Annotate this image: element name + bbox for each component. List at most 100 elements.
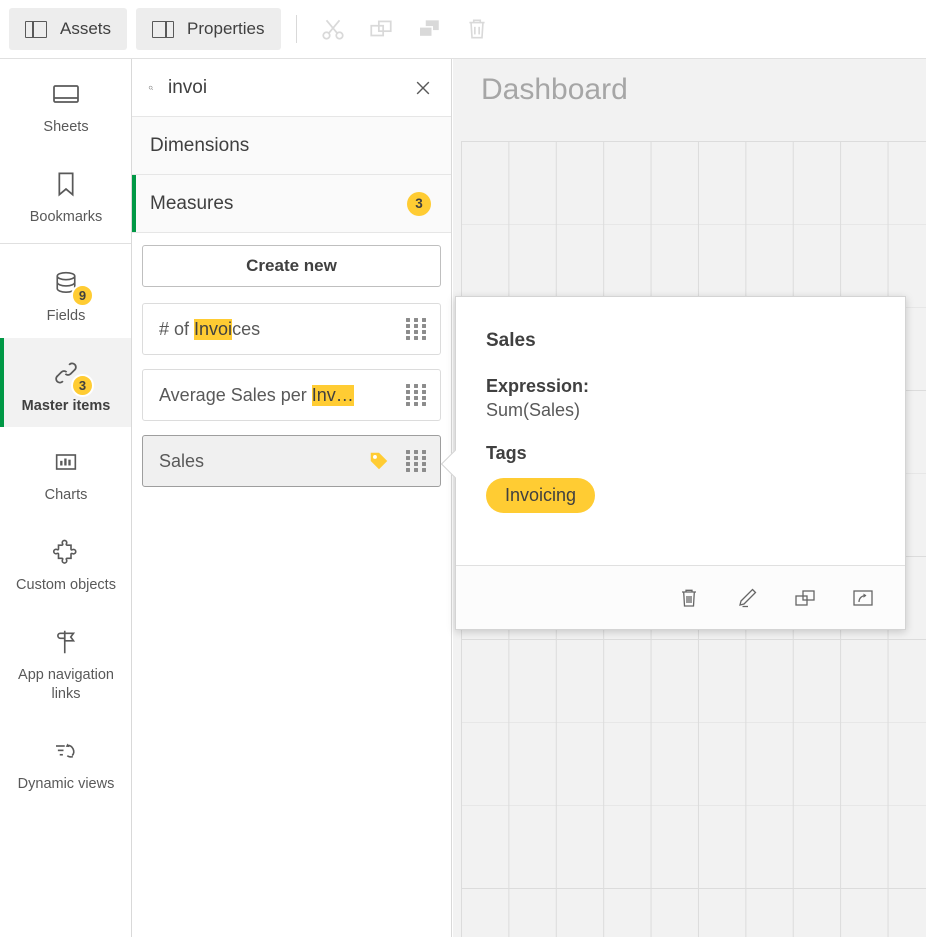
fields-count-badge: 9 — [71, 284, 94, 307]
toolbar-divider — [296, 15, 297, 43]
popover-body: Sales Expression: Sum(Sales) Tags Invoic… — [456, 297, 905, 513]
close-icon — [413, 78, 433, 98]
popover-add-to-sheet-button[interactable] — [845, 580, 881, 616]
measure-detail-popover: Sales Expression: Sum(Sales) Tags Invoic… — [455, 296, 906, 630]
measures-count-badge: 3 — [407, 192, 431, 216]
sidebar-label-dynamic-views: Dynamic views — [18, 775, 115, 794]
sidebar-label-master-items: Master items — [22, 397, 111, 416]
section-measures[interactable]: Measures 3 — [132, 175, 451, 233]
delete-icon — [677, 586, 701, 610]
section-label-measures: Measures — [150, 193, 233, 215]
delete-icon — [464, 16, 490, 42]
copy-button[interactable] — [357, 5, 405, 53]
tag-icon — [368, 450, 390, 472]
measure-name: # of Invoices — [159, 319, 406, 340]
paste-button[interactable] — [405, 5, 453, 53]
bookmark-icon — [50, 168, 82, 200]
panel-left-icon — [25, 21, 47, 38]
rail-divider — [0, 243, 131, 244]
bar-chart-icon — [52, 448, 80, 476]
expression-label: Expression: — [486, 376, 875, 397]
sidebar-label-app-navigation-links: App navigation links — [6, 666, 126, 704]
assets-toggle-label: Assets — [60, 19, 111, 39]
sidebar-item-custom-objects[interactable]: Custom objects — [0, 517, 132, 607]
popover-edit-button[interactable] — [729, 580, 765, 616]
bookmark-icon-wrap — [50, 163, 82, 205]
sidebar-label-sheets: Sheets — [43, 118, 88, 137]
create-new-wrap: Create new — [132, 233, 451, 297]
measure-name-prefix: Average Sales per — [159, 385, 312, 405]
measure-name-match: Invoi — [194, 319, 232, 340]
measure-name-suffix: ces — [232, 319, 260, 339]
flag-icon — [51, 627, 81, 657]
properties-toggle-button[interactable]: Properties — [136, 8, 280, 50]
list-item[interactable]: Sales — [142, 435, 441, 487]
measure-name-prefix: Sales — [159, 451, 204, 471]
create-new-button[interactable]: Create new — [142, 245, 441, 287]
list-item[interactable]: Average Sales per Inv… — [142, 369, 441, 421]
measure-name-match: Inv… — [312, 385, 354, 406]
sidebar-item-sheets[interactable]: Sheets — [0, 59, 132, 149]
tag-indicator — [368, 450, 390, 472]
refresh-icon — [51, 736, 81, 766]
cut-button[interactable] — [309, 5, 357, 53]
top-toolbar: Assets Properties — [0, 0, 926, 59]
measure-name: Sales — [159, 451, 368, 472]
drag-handle-icon[interactable] — [406, 318, 428, 340]
search-icon — [148, 76, 154, 100]
puzzle-icon — [51, 537, 81, 567]
sidebar-label-fields: Fields — [47, 307, 86, 326]
search-row — [132, 59, 451, 117]
sheet-title: Dashboard — [481, 73, 628, 107]
measure-name-prefix: # of — [159, 319, 194, 339]
measure-list: # of Invoices Average Sales per Inv… Sal… — [132, 297, 451, 487]
clear-search-button[interactable] — [413, 75, 433, 101]
bar-chart-icon-wrap — [52, 441, 80, 483]
cut-icon — [320, 16, 346, 42]
link-icon-wrap: 3 — [51, 352, 81, 394]
edit-icon — [735, 586, 759, 610]
qlik-sense-editor: Assets Properties — [0, 0, 926, 937]
sidebar-item-dynamic-views[interactable]: Dynamic views — [0, 716, 132, 806]
sheet-icon-wrap — [50, 73, 82, 115]
popover-title: Sales — [486, 330, 875, 352]
section-dimensions[interactable]: Dimensions — [132, 117, 451, 175]
sidebar-item-bookmarks[interactable]: Bookmarks — [0, 149, 132, 239]
search-input[interactable] — [168, 77, 413, 99]
sidebar-label-charts: Charts — [45, 486, 88, 505]
copy-icon — [368, 16, 394, 42]
refresh-icon-wrap — [51, 730, 81, 772]
flag-icon-wrap — [51, 621, 81, 663]
popover-duplicate-button[interactable] — [787, 580, 823, 616]
measure-name: Average Sales per Inv… — [159, 385, 406, 406]
popover-delete-button[interactable] — [671, 580, 707, 616]
sidebar-label-bookmarks: Bookmarks — [30, 208, 103, 227]
sidebar-label-custom-objects: Custom objects — [16, 576, 116, 595]
sheet-icon — [50, 78, 82, 110]
popover-spacer — [486, 421, 875, 443]
popover-footer — [456, 565, 905, 629]
assets-toggle-button[interactable]: Assets — [9, 8, 127, 50]
sidebar-item-app-navigation-links[interactable]: App navigation links — [0, 607, 132, 716]
sidebar-item-fields[interactable]: 9 Fields — [0, 248, 132, 338]
tags-label: Tags — [486, 443, 875, 464]
list-item[interactable]: # of Invoices — [142, 303, 441, 355]
asset-type-rail: Sheets Bookmarks 9 Fields — [0, 59, 132, 937]
section-label-dimensions: Dimensions — [150, 135, 249, 157]
expression-value: Sum(Sales) — [486, 400, 875, 421]
drag-handle-icon[interactable] — [406, 384, 428, 406]
tag-pill: Invoicing — [486, 478, 595, 513]
sidebar-item-master-items[interactable]: 3 Master items — [0, 338, 132, 428]
add-to-sheet-icon — [851, 586, 875, 610]
sidebar-item-charts[interactable]: Charts — [0, 427, 132, 517]
drag-handle-icon[interactable] — [406, 450, 428, 472]
database-icon-wrap: 9 — [51, 262, 81, 304]
paste-icon — [416, 16, 442, 42]
properties-toggle-label: Properties — [187, 19, 264, 39]
puzzle-icon-wrap — [51, 531, 81, 573]
panel-right-icon — [152, 21, 174, 38]
master-items-count-badge: 3 — [71, 374, 94, 397]
delete-button[interactable] — [453, 5, 501, 53]
assets-panel: Dimensions Measures 3 Create new # of In… — [132, 59, 452, 937]
duplicate-icon — [793, 586, 817, 610]
